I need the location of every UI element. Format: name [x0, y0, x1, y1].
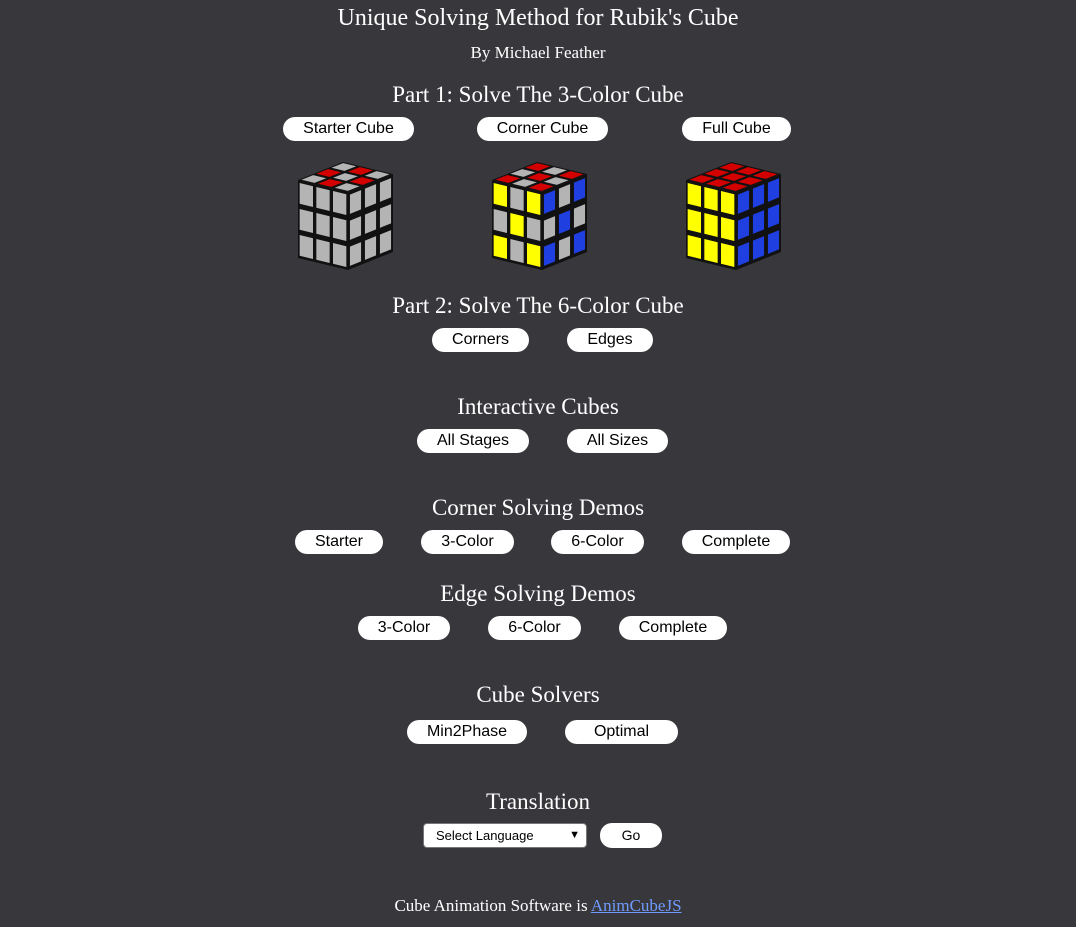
corners-button[interactable]: Corners: [432, 328, 529, 352]
front-sticker: [687, 209, 701, 233]
front-sticker: [704, 213, 718, 237]
edge-3-color-button[interactable]: 3-Color: [358, 616, 450, 640]
front-sticker: [299, 209, 313, 233]
front-sticker: [704, 239, 718, 263]
front-sticker: [493, 209, 507, 233]
min2phase-button[interactable]: Min2Phase: [407, 720, 527, 744]
all-stages-button[interactable]: All Stages: [417, 429, 529, 453]
go-button[interactable]: Go: [600, 823, 662, 848]
front-sticker: [704, 187, 718, 211]
edge-6-color-button[interactable]: 6-Color: [488, 616, 581, 640]
chevron-down-icon: ▼: [569, 829, 580, 841]
part1-heading: Part 1: Solve The 3-Color Cube: [392, 82, 684, 107]
all-sizes-button[interactable]: All Sizes: [567, 429, 668, 453]
front-sticker: [721, 243, 735, 267]
front-sticker: [316, 239, 330, 263]
animcubejs-link[interactable]: AnimCubeJS: [591, 896, 682, 915]
front-sticker: [527, 243, 541, 267]
corner-demos-heading: Corner Solving Demos: [431, 495, 645, 520]
edge-complete-button[interactable]: Complete: [619, 616, 727, 640]
page-title: Unique Solving Method for Rubik's Cube: [337, 5, 739, 31]
front-sticker: [316, 187, 330, 211]
language-select-value: Select Language: [436, 828, 534, 843]
front-sticker: [510, 239, 524, 263]
page: Unique Solving Method for Rubik's Cube B…: [0, 0, 1076, 927]
front-sticker: [333, 243, 347, 267]
footer-text: Cube Animation Software is: [394, 896, 591, 915]
front-sticker: [510, 213, 524, 237]
full-cube-image[interactable]: [681, 160, 787, 272]
front-sticker: [333, 217, 347, 241]
front-sticker: [510, 187, 524, 211]
front-sticker: [299, 183, 313, 207]
front-sticker: [493, 235, 507, 259]
front-sticker: [721, 191, 735, 215]
part2-heading: Part 2: Solve The 6-Color Cube: [392, 293, 684, 318]
language-select[interactable]: Select Language ▼: [423, 823, 587, 848]
front-sticker: [527, 191, 541, 215]
front-sticker: [687, 235, 701, 259]
front-sticker: [333, 191, 347, 215]
corner-cube-button[interactable]: Corner Cube: [477, 117, 608, 141]
corner-6-color-button[interactable]: 6-Color: [551, 530, 644, 554]
edge-demos-heading: Edge Solving Demos: [440, 581, 636, 606]
optimal-button[interactable]: Optimal: [565, 720, 678, 744]
translation-heading: Translation: [486, 789, 590, 814]
footer: Cube Animation Software is AnimCubeJS: [0, 895, 1076, 917]
corner-cube-image[interactable]: [487, 160, 593, 272]
corner-complete-button[interactable]: Complete: [682, 530, 790, 554]
full-cube-button[interactable]: Full Cube: [682, 117, 791, 141]
front-sticker: [721, 217, 735, 241]
starter-cube-image[interactable]: [293, 160, 399, 272]
solvers-heading: Cube Solvers: [476, 682, 600, 707]
front-sticker: [316, 213, 330, 237]
starter-cube-button[interactable]: Starter Cube: [283, 117, 414, 141]
front-sticker: [687, 183, 701, 207]
front-sticker: [493, 183, 507, 207]
interactive-heading: Interactive Cubes: [457, 394, 619, 419]
edges-button[interactable]: Edges: [567, 328, 653, 352]
front-sticker: [299, 235, 313, 259]
corner-starter-button[interactable]: Starter: [295, 530, 383, 554]
author-byline: By Michael Feather: [470, 43, 606, 62]
front-sticker: [527, 217, 541, 241]
corner-3-color-button[interactable]: 3-Color: [421, 530, 514, 554]
